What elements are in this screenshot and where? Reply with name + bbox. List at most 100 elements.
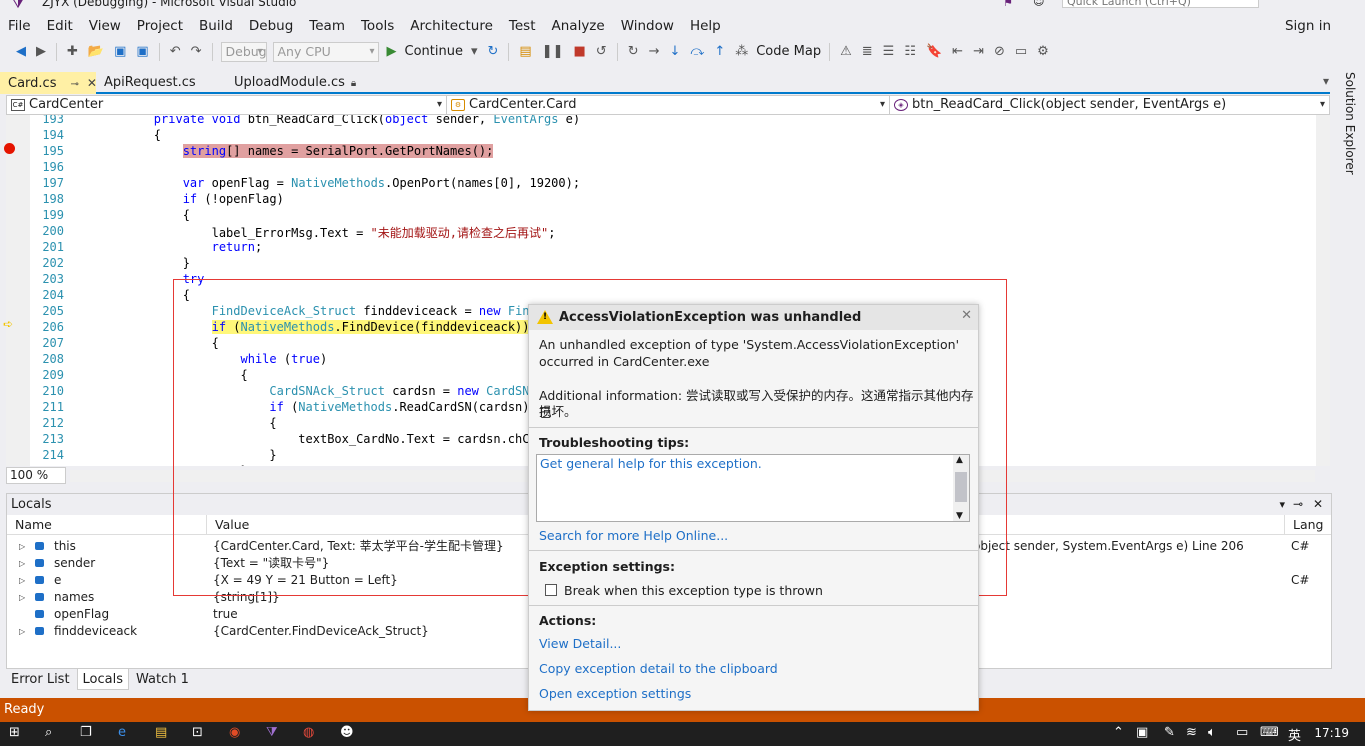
menu-item-analyze[interactable]: Analyze: [544, 18, 613, 34]
expand-icon[interactable]: ▷: [19, 589, 25, 606]
variable-value[interactable]: {Text = "读取卡号"}: [213, 555, 329, 572]
open-folder-icon[interactable]: 📂: [86, 44, 106, 59]
variable-value[interactable]: {string[1]}: [213, 589, 280, 606]
pin-pane-icon[interactable]: ⊸: [1293, 494, 1303, 515]
code-line[interactable]: CardSNAck_Struct cardsn = new CardSNAc: [96, 384, 544, 398]
scroll-down-icon[interactable]: ▼: [956, 511, 963, 521]
next-bookmark-icon[interactable]: ⇥: [971, 44, 986, 59]
member-dropdown[interactable]: ◈ btn_ReadCard_Click(object sender, Event…: [890, 96, 1329, 114]
breakpoint-icon[interactable]: [4, 143, 15, 154]
settings-icon[interactable]: ⚙: [1035, 44, 1051, 59]
view-detail-link[interactable]: View Detail...: [539, 636, 621, 651]
variable-value[interactable]: true: [213, 606, 238, 623]
save-icon[interactable]: ▣: [112, 44, 128, 59]
process-icon[interactable]: ▤: [517, 44, 533, 59]
code-line[interactable]: {: [96, 336, 219, 350]
task-view-icon[interactable]: ❐: [80, 725, 92, 740]
menu-item-view[interactable]: View: [81, 18, 129, 34]
expand-icon[interactable]: ▷: [19, 623, 25, 640]
class-dropdown[interactable]: ⚙ CardCenter.Card: [447, 96, 890, 114]
break-when-thrown-label[interactable]: Break when this exception type is thrown: [564, 582, 823, 599]
pane-menu-icon[interactable]: ▾: [1279, 494, 1285, 515]
code-map-button[interactable]: Code Map: [756, 44, 821, 59]
bookmark-icon[interactable]: 🔖: [924, 44, 944, 59]
continue-play-icon[interactable]: ▶: [385, 44, 399, 59]
code-line[interactable]: if (NativeMethods.FindDevice(finddevicea…: [96, 320, 530, 334]
zoom-combo[interactable]: 100 %: [6, 467, 66, 484]
tips-scrollbar[interactable]: ▲ ▼: [953, 455, 969, 521]
pin-icon[interactable]: ⊸: [70, 79, 78, 90]
code-line[interactable]: string[] names = SerialPort.GetPortNames…: [96, 144, 494, 158]
clock[interactable]: 17:19: [1314, 726, 1349, 740]
step-over-icon[interactable]: ↓: [668, 44, 683, 59]
step-out-icon[interactable]: ↑: [712, 44, 727, 59]
code-line[interactable]: textBox_CardNo.Text = cardsn.chCar: [96, 432, 544, 446]
continue-dropdown-icon[interactable]: ▾: [469, 44, 480, 59]
copy-detail-link[interactable]: Copy exception detail to the clipboard: [539, 661, 778, 676]
code-line[interactable]: }: [96, 464, 247, 466]
tab-locals[interactable]: Locals: [76, 669, 130, 690]
refresh-icon[interactable]: ↻: [486, 44, 501, 59]
stop-icon[interactable]: ■: [572, 44, 588, 59]
keyboard-icon[interactable]: ⌨: [1260, 725, 1279, 740]
new-project-icon[interactable]: ✚: [65, 44, 80, 59]
expand-icon[interactable]: ▷: [19, 572, 25, 589]
code-line[interactable]: if (NativeMethods.ReadCardSN(cardsn)): [96, 400, 536, 414]
menu-item-file[interactable]: File: [0, 18, 39, 34]
file-explorer-icon[interactable]: ▤: [155, 725, 167, 740]
ime-indicator[interactable]: 英: [1288, 725, 1301, 744]
code-line[interactable]: {: [96, 368, 247, 382]
code-line[interactable]: {: [96, 416, 276, 430]
col-name[interactable]: Name: [7, 515, 207, 535]
search-help-online-link[interactable]: Search for more Help Online...: [539, 528, 728, 543]
general-help-link[interactable]: Get general help for this exception.: [540, 456, 762, 471]
tab-apirequest-cs[interactable]: ApiRequest.cs: [96, 72, 224, 94]
continue-button[interactable]: Continue: [405, 44, 463, 59]
back-icon[interactable]: ◀: [14, 44, 28, 59]
user-tray-icon[interactable]: ▣: [1136, 725, 1148, 740]
code-line[interactable]: }: [96, 448, 276, 462]
format-icon[interactable]: ≣: [860, 44, 875, 59]
code-line[interactable]: private void btn_ReadCard_Click(object s…: [96, 115, 580, 126]
menu-item-team[interactable]: Team: [301, 18, 353, 34]
breakpoint-margin[interactable]: [6, 115, 30, 466]
code-line[interactable]: while (true): [96, 352, 328, 366]
tray-expand-icon[interactable]: ⌃: [1113, 725, 1124, 740]
battery-icon[interactable]: ▭: [1236, 725, 1248, 740]
step-into-icon[interactable]: →: [647, 44, 662, 59]
code-line[interactable]: {: [96, 288, 190, 302]
scroll-up-icon[interactable]: ▲: [956, 455, 963, 465]
menu-item-window[interactable]: Window: [613, 18, 682, 34]
expand-icon[interactable]: ▷: [19, 538, 25, 555]
quick-launch-input[interactable]: Quick Launch (Ctrl+Q): [1062, 0, 1259, 8]
search-icon[interactable]: ⌕: [45, 725, 52, 740]
sign-in-link[interactable]: Sign in: [1285, 18, 1331, 34]
code-line[interactable]: {: [96, 208, 190, 222]
qq-icon[interactable]: ☻: [340, 725, 354, 740]
step-over2-icon[interactable]: ⤼: [688, 44, 706, 59]
app-icon[interactable]: ◍: [303, 725, 314, 740]
uncomment-icon[interactable]: ☷: [902, 44, 918, 59]
break-when-thrown-checkbox[interactable]: [545, 584, 557, 596]
code-line[interactable]: FindDeviceAck_Struct finddeviceack = new…: [96, 304, 544, 318]
volume-icon[interactable]: 🔈︎: [1208, 725, 1216, 740]
visual-studio-icon[interactable]: ⧩: [266, 725, 278, 740]
platform-combo[interactable]: Any CPU: [272, 41, 379, 62]
col-lang[interactable]: Lang: [1285, 515, 1331, 535]
feedback-icon[interactable]: ☺: [1033, 0, 1044, 8]
code-line[interactable]: }: [96, 256, 190, 270]
menu-item-architecture[interactable]: Architecture: [402, 18, 501, 34]
close-icon[interactable]: ✕: [961, 308, 972, 323]
variable-value[interactable]: {X = 49 Y = 21 Button = Left}: [213, 572, 398, 589]
comment-icon[interactable]: ☰: [881, 44, 897, 59]
tips-list[interactable]: Get general help for this exception. ▲ ▼: [536, 454, 970, 522]
solution-explorer-tab[interactable]: Solution Explorer: [1337, 72, 1357, 192]
variable-value[interactable]: {CardCenter.FindDeviceAck_Struct}: [213, 623, 429, 640]
expand-icon[interactable]: ▷: [19, 555, 25, 572]
exceptions-icon[interactable]: ⚠: [838, 44, 854, 59]
config-combo[interactable]: Debug: [220, 41, 267, 62]
variable-value[interactable]: {CardCenter.Card, Text: 莘太学平台-学生配卡管理}: [213, 538, 504, 555]
code-line[interactable]: {: [96, 128, 161, 142]
save-all-icon[interactable]: ▣: [134, 44, 150, 59]
code-line[interactable]: var openFlag = NativeMethods.OpenPort(na…: [96, 176, 580, 190]
